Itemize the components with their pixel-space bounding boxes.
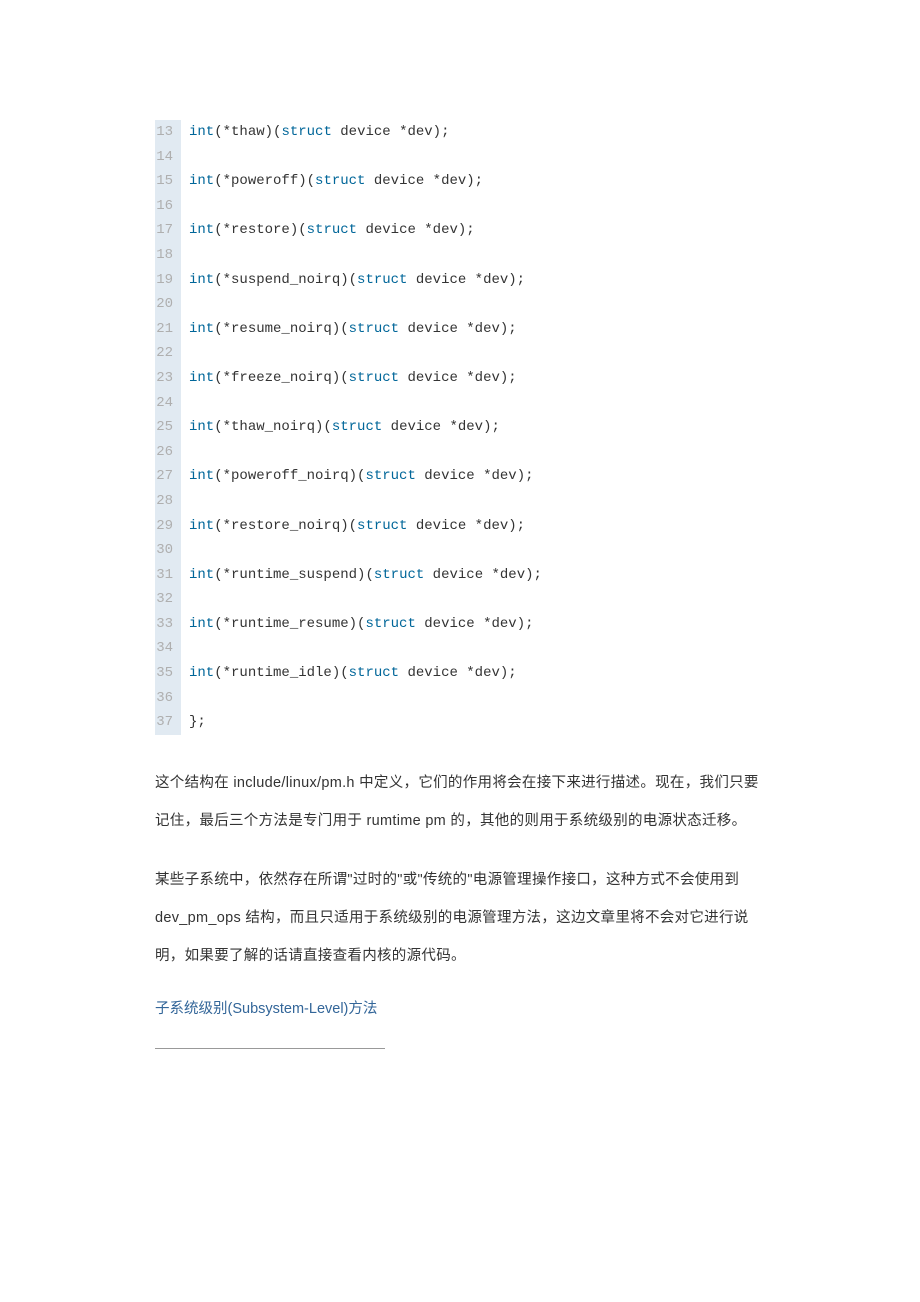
code-content: int(*runtime_idle)(struct device *dev); bbox=[181, 661, 517, 686]
code-line: 16 bbox=[155, 194, 765, 219]
paragraph-1: 这个结构在 include/linux/pm.h 中定义，它们的作用将会在接下来… bbox=[155, 765, 765, 840]
line-number: 27 bbox=[155, 464, 181, 489]
code-line: 24 bbox=[155, 391, 765, 416]
line-number: 28 bbox=[155, 489, 181, 514]
line-number: 37 bbox=[155, 710, 181, 735]
code-content: int(*restore)(struct device *dev); bbox=[181, 218, 475, 243]
line-number: 16 bbox=[155, 194, 181, 219]
code-line: 18 bbox=[155, 243, 765, 268]
code-content bbox=[181, 440, 197, 465]
code-line: 34 bbox=[155, 636, 765, 661]
line-number: 31 bbox=[155, 563, 181, 588]
code-content: int(*poweroff)(struct device *dev); bbox=[181, 169, 483, 194]
divider bbox=[155, 1048, 385, 1049]
code-line: 17int(*restore)(struct device *dev); bbox=[155, 218, 765, 243]
line-number: 24 bbox=[155, 391, 181, 416]
line-number: 33 bbox=[155, 612, 181, 637]
code-line: 26 bbox=[155, 440, 765, 465]
code-content bbox=[181, 292, 197, 317]
code-line: 36 bbox=[155, 686, 765, 711]
code-content: int(*suspend_noirq)(struct device *dev); bbox=[181, 268, 525, 293]
code-content: int(*poweroff_noirq)(struct device *dev)… bbox=[181, 464, 534, 489]
code-content: int(*resume_noirq)(struct device *dev); bbox=[181, 317, 517, 342]
line-number: 34 bbox=[155, 636, 181, 661]
code-line: 20 bbox=[155, 292, 765, 317]
line-number: 22 bbox=[155, 341, 181, 366]
line-number: 18 bbox=[155, 243, 181, 268]
line-number: 25 bbox=[155, 415, 181, 440]
code-line: 27int(*poweroff_noirq)(struct device *de… bbox=[155, 464, 765, 489]
code-line: 28 bbox=[155, 489, 765, 514]
line-number: 30 bbox=[155, 538, 181, 563]
code-line: 13int(*thaw)(struct device *dev); bbox=[155, 120, 765, 145]
code-line: 29int(*restore_noirq)(struct device *dev… bbox=[155, 514, 765, 539]
code-content bbox=[181, 194, 197, 219]
line-number: 29 bbox=[155, 514, 181, 539]
line-number: 35 bbox=[155, 661, 181, 686]
code-content bbox=[181, 489, 197, 514]
code-content: int(*runtime_resume)(struct device *dev)… bbox=[181, 612, 534, 637]
code-line: 15int(*poweroff)(struct device *dev); bbox=[155, 169, 765, 194]
line-number: 19 bbox=[155, 268, 181, 293]
code-line: 37}; bbox=[155, 710, 765, 735]
line-number: 20 bbox=[155, 292, 181, 317]
code-content bbox=[181, 391, 197, 416]
code-line: 25int(*thaw_noirq)(struct device *dev); bbox=[155, 415, 765, 440]
code-content bbox=[181, 341, 197, 366]
code-content: int(*restore_noirq)(struct device *dev); bbox=[181, 514, 525, 539]
code-line: 19int(*suspend_noirq)(struct device *dev… bbox=[155, 268, 765, 293]
line-number: 13 bbox=[155, 120, 181, 145]
code-content: int(*freeze_noirq)(struct device *dev); bbox=[181, 366, 517, 391]
code-line: 35int(*runtime_idle)(struct device *dev)… bbox=[155, 661, 765, 686]
code-line: 32 bbox=[155, 587, 765, 612]
line-number: 15 bbox=[155, 169, 181, 194]
line-number: 23 bbox=[155, 366, 181, 391]
code-content bbox=[181, 686, 197, 711]
code-line: 23int(*freeze_noirq)(struct device *dev)… bbox=[155, 366, 765, 391]
line-number: 36 bbox=[155, 686, 181, 711]
code-line: 21int(*resume_noirq)(struct device *dev)… bbox=[155, 317, 765, 342]
code-line: 31int(*runtime_suspend)(struct device *d… bbox=[155, 563, 765, 588]
code-content bbox=[181, 636, 197, 661]
code-content: int(*thaw)(struct device *dev); bbox=[181, 120, 449, 145]
code-content bbox=[181, 538, 197, 563]
code-line: 30 bbox=[155, 538, 765, 563]
code-block: 13int(*thaw)(struct device *dev);14 15in… bbox=[155, 120, 765, 735]
line-number: 17 bbox=[155, 218, 181, 243]
code-content bbox=[181, 587, 197, 612]
line-number: 26 bbox=[155, 440, 181, 465]
code-content bbox=[181, 243, 197, 268]
code-content: }; bbox=[181, 710, 206, 735]
code-line: 14 bbox=[155, 145, 765, 170]
line-number: 21 bbox=[155, 317, 181, 342]
code-content: int(*runtime_suspend)(struct device *dev… bbox=[181, 563, 542, 588]
code-content bbox=[181, 145, 197, 170]
code-line: 33int(*runtime_resume)(struct device *de… bbox=[155, 612, 765, 637]
line-number: 14 bbox=[155, 145, 181, 170]
code-line: 22 bbox=[155, 341, 765, 366]
paragraph-2: 某些子系统中，依然存在所谓"过时的"或"传统的"电源管理操作接口，这种方式不会使… bbox=[155, 862, 765, 975]
line-number: 32 bbox=[155, 587, 181, 612]
section-heading: 子系统级别(Subsystem-Level)方法 bbox=[155, 997, 765, 1018]
code-content: int(*thaw_noirq)(struct device *dev); bbox=[181, 415, 500, 440]
